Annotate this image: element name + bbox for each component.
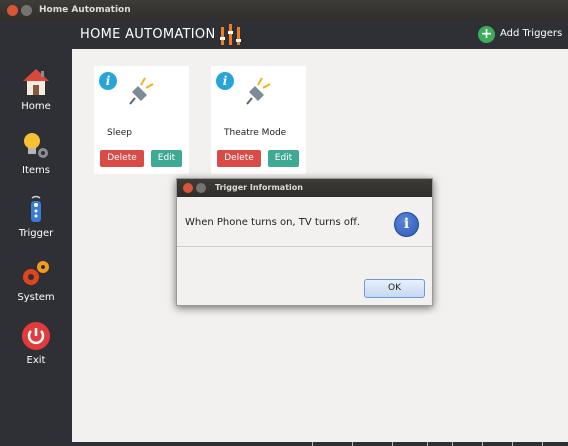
equalizer-icon bbox=[220, 24, 241, 45]
info-icon: i bbox=[394, 212, 419, 237]
app-title: HOME AUTOMATION bbox=[80, 27, 216, 42]
delete-button[interactable]: Delete bbox=[100, 150, 144, 167]
edit-button[interactable]: Edit bbox=[151, 150, 182, 167]
trigger-card: i Sleep Delete Edit bbox=[94, 66, 189, 174]
power-icon bbox=[22, 322, 50, 350]
info-icon[interactable]: i bbox=[216, 72, 234, 90]
remote-icon bbox=[31, 195, 41, 222]
delete-button[interactable]: Delete bbox=[217, 150, 261, 167]
plus-icon: + bbox=[478, 26, 495, 43]
sidebar-item-label: Exit bbox=[26, 355, 46, 366]
house-icon bbox=[23, 69, 49, 95]
window-titlebar: Home Automation bbox=[0, 0, 568, 21]
sidebar-item-label: Trigger bbox=[18, 228, 54, 239]
window-minimize-button[interactable] bbox=[21, 5, 32, 16]
edit-button[interactable]: Edit bbox=[268, 150, 299, 167]
sidebar-item-label: Home bbox=[21, 101, 51, 112]
lightbulb-gear-icon bbox=[24, 133, 48, 158]
sidebar: Home Items Trigger System Exit bbox=[0, 21, 72, 446]
bottom-strip bbox=[72, 442, 568, 446]
trigger-info-dialog: Trigger Information When Phone turns on,… bbox=[176, 178, 433, 306]
plug-icon bbox=[246, 77, 271, 105]
dialog-close-button[interactable] bbox=[183, 183, 193, 193]
dialog-divider bbox=[177, 246, 432, 247]
add-triggers-label: Add Triggers bbox=[500, 28, 563, 39]
dialog-title: Trigger Information bbox=[215, 183, 303, 192]
window-title: Home Automation bbox=[39, 5, 131, 15]
trigger-card: i Theatre Mode Delete Edit bbox=[211, 66, 306, 174]
gears-icon bbox=[23, 261, 49, 285]
trigger-name: Sleep bbox=[107, 128, 133, 138]
window-close-button[interactable] bbox=[7, 5, 18, 16]
ok-button[interactable]: OK bbox=[364, 279, 425, 298]
sidebar-item-label: System bbox=[17, 292, 55, 303]
info-icon[interactable]: i bbox=[99, 72, 117, 90]
sidebar-item-label: Items bbox=[22, 165, 50, 176]
plug-icon bbox=[129, 77, 154, 105]
app-header: HOME AUTOMATION + Add Triggers bbox=[72, 21, 568, 49]
trigger-name: Theatre Mode bbox=[224, 128, 287, 138]
dialog-titlebar: Trigger Information bbox=[177, 179, 432, 197]
dialog-message: When Phone turns on, TV turns off. bbox=[185, 217, 361, 228]
dialog-minimize-button[interactable] bbox=[196, 183, 206, 193]
